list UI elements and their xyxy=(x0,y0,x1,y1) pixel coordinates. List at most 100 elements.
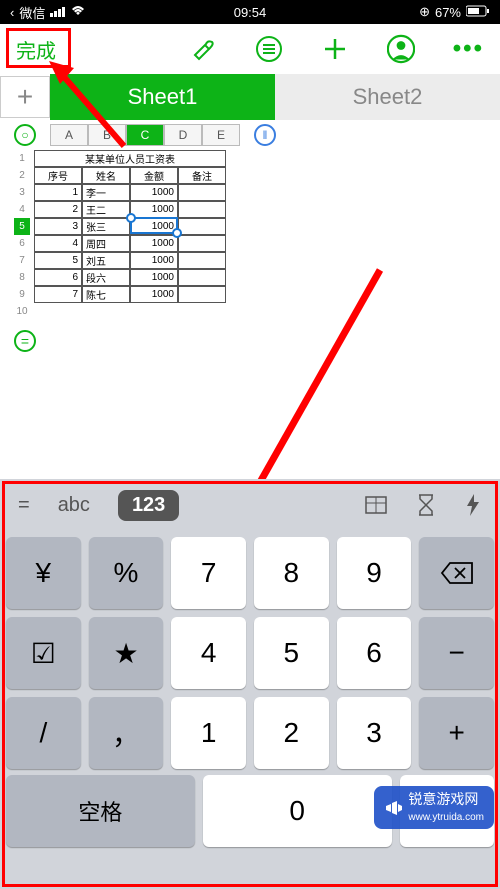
cell[interactable]: 1000 xyxy=(130,286,178,303)
cell[interactable]: 1000 xyxy=(130,252,178,269)
header-cell[interactable]: 备注 xyxy=(178,167,226,184)
cell[interactable] xyxy=(178,269,226,286)
format-brush-icon[interactable] xyxy=(189,35,217,63)
col-head-a[interactable]: A xyxy=(50,124,88,146)
cell[interactable]: 刘五 xyxy=(82,252,130,269)
key-4[interactable]: 4 xyxy=(171,617,246,689)
key-7[interactable]: 7 xyxy=(171,537,246,609)
row-head[interactable]: 6 xyxy=(14,235,30,252)
key-checkbox[interactable]: ☑ xyxy=(6,617,81,689)
col-head-c[interactable]: C xyxy=(126,124,164,146)
key-minus[interactable]: − xyxy=(419,617,494,689)
tab-sheet1[interactable]: Sheet1 xyxy=(50,74,275,120)
row-head[interactable]: 2 xyxy=(14,167,30,184)
cell[interactable]: 2 xyxy=(34,201,82,218)
cell[interactable]: 3 xyxy=(34,218,82,235)
kb-tab-icon[interactable] xyxy=(364,495,388,515)
watermark: 锐意游戏网www.ytruida.com xyxy=(374,786,494,829)
header-cell[interactable]: 金额 xyxy=(130,167,178,184)
add-icon[interactable] xyxy=(321,35,349,63)
cell[interactable]: 5 xyxy=(34,252,82,269)
signal-icon xyxy=(50,7,65,17)
done-button[interactable]: 完成 xyxy=(16,35,56,64)
cell[interactable]: 段六 xyxy=(82,269,130,286)
cell-selected[interactable]: 1000 xyxy=(130,218,178,235)
status-left: ‹ 微信 xyxy=(10,3,86,22)
cell[interactable]: 王二 xyxy=(82,201,130,218)
cell[interactable]: 1000 xyxy=(130,235,178,252)
cell[interactable] xyxy=(178,286,226,303)
kb-equals[interactable]: = xyxy=(18,494,30,517)
row-head[interactable]: 3 xyxy=(14,184,30,201)
more-icon[interactable]: ••• xyxy=(453,35,484,63)
title-cell[interactable]: 某某单位人员工资表 xyxy=(34,150,226,167)
header-cell[interactable]: 序号 xyxy=(34,167,82,184)
col-head-e[interactable]: E xyxy=(202,124,240,146)
cell[interactable]: 1000 xyxy=(130,269,178,286)
cell[interactable]: 李一 xyxy=(82,184,130,201)
col-head-d[interactable]: D xyxy=(164,124,202,146)
cell[interactable] xyxy=(178,201,226,218)
key-backspace[interactable] xyxy=(419,537,494,609)
tab-sheet2[interactable]: Sheet2 xyxy=(275,74,500,120)
header-cell[interactable]: 姓名 xyxy=(82,167,130,184)
row-head[interactable]: 1 xyxy=(14,150,30,167)
column-headers: A B C D E xyxy=(50,124,240,146)
key-space[interactable]: 空格 xyxy=(6,775,195,847)
key-1[interactable]: 1 xyxy=(171,697,246,769)
row-head[interactable]: 5 xyxy=(14,218,30,235)
keyboard-tabs: = abc 123 xyxy=(0,479,500,531)
row-head[interactable]: 10 xyxy=(14,303,30,320)
keyboard-keys: ¥ % 7 8 9 ☑ ★ 4 5 6 − / ， 1 2 3 + xyxy=(0,531,500,775)
cell[interactable]: 陈七 xyxy=(82,286,130,303)
orientation-lock-icon: ⊕ xyxy=(419,4,430,20)
cell[interactable]: 1 xyxy=(34,184,82,201)
pause-circle-button[interactable]: ǁ xyxy=(254,124,276,146)
add-sheet-button[interactable]: + xyxy=(0,76,50,118)
key-8[interactable]: 8 xyxy=(254,537,329,609)
key-slash[interactable]: / xyxy=(6,697,81,769)
kb-lightning-icon[interactable] xyxy=(464,492,482,518)
kb-abc[interactable]: abc xyxy=(58,494,90,517)
row-head[interactable]: 9 xyxy=(14,286,30,303)
carrier-label: 微信 xyxy=(19,3,45,22)
row-head[interactable]: 8 xyxy=(14,269,30,286)
cell[interactable]: 7 xyxy=(34,286,82,303)
key-plus[interactable]: + xyxy=(419,697,494,769)
key-comma[interactable]: ， xyxy=(89,697,164,769)
key-2[interactable]: 2 xyxy=(254,697,329,769)
sheet-area: 1 2 3 4 5 6 7 8 9 10 某某单位人员工资表 序号 姓名 金额 … xyxy=(0,150,500,320)
formula-equals-button[interactable]: = xyxy=(14,330,36,352)
list-circle-icon[interactable] xyxy=(255,35,283,63)
row-head[interactable]: 7 xyxy=(14,252,30,269)
cell[interactable]: 1000 xyxy=(130,201,178,218)
watermark-text: 锐意游戏网www.ytruida.com xyxy=(408,792,484,823)
key-6[interactable]: 6 xyxy=(337,617,412,689)
key-9[interactable]: 9 xyxy=(337,537,412,609)
cell[interactable] xyxy=(178,218,226,235)
key-3[interactable]: 3 xyxy=(337,697,412,769)
cell[interactable]: 1000 xyxy=(130,184,178,201)
row-headers: 1 2 3 4 5 6 7 8 9 10 xyxy=(14,150,30,320)
col-head-b[interactable]: B xyxy=(88,124,126,146)
avatar-icon[interactable] xyxy=(387,35,415,63)
key-5[interactable]: 5 xyxy=(254,617,329,689)
key-yen[interactable]: ¥ xyxy=(6,537,81,609)
kb-hourglass-icon[interactable] xyxy=(416,493,436,517)
cell[interactable]: 张三 xyxy=(82,218,130,235)
battery-icon xyxy=(466,5,490,20)
record-circle-button[interactable]: ○ xyxy=(14,124,36,146)
cell[interactable] xyxy=(178,235,226,252)
kb-123[interactable]: 123 xyxy=(118,490,179,521)
key-star[interactable]: ★ xyxy=(89,617,164,689)
cell[interactable]: 4 xyxy=(34,235,82,252)
cell[interactable] xyxy=(178,184,226,201)
key-percent[interactable]: % xyxy=(89,537,164,609)
spreadsheet-grid[interactable]: 某某单位人员工资表 序号 姓名 金额 备注 1李一1000 2王二1000 3张… xyxy=(34,150,226,320)
row-head[interactable]: 4 xyxy=(14,201,30,218)
status-bar: ‹ 微信 09:54 ⊕ 67% xyxy=(0,0,500,24)
cell[interactable]: 周四 xyxy=(82,235,130,252)
cell[interactable]: 6 xyxy=(34,269,82,286)
key-0[interactable]: 0 xyxy=(203,775,392,847)
cell[interactable] xyxy=(178,252,226,269)
